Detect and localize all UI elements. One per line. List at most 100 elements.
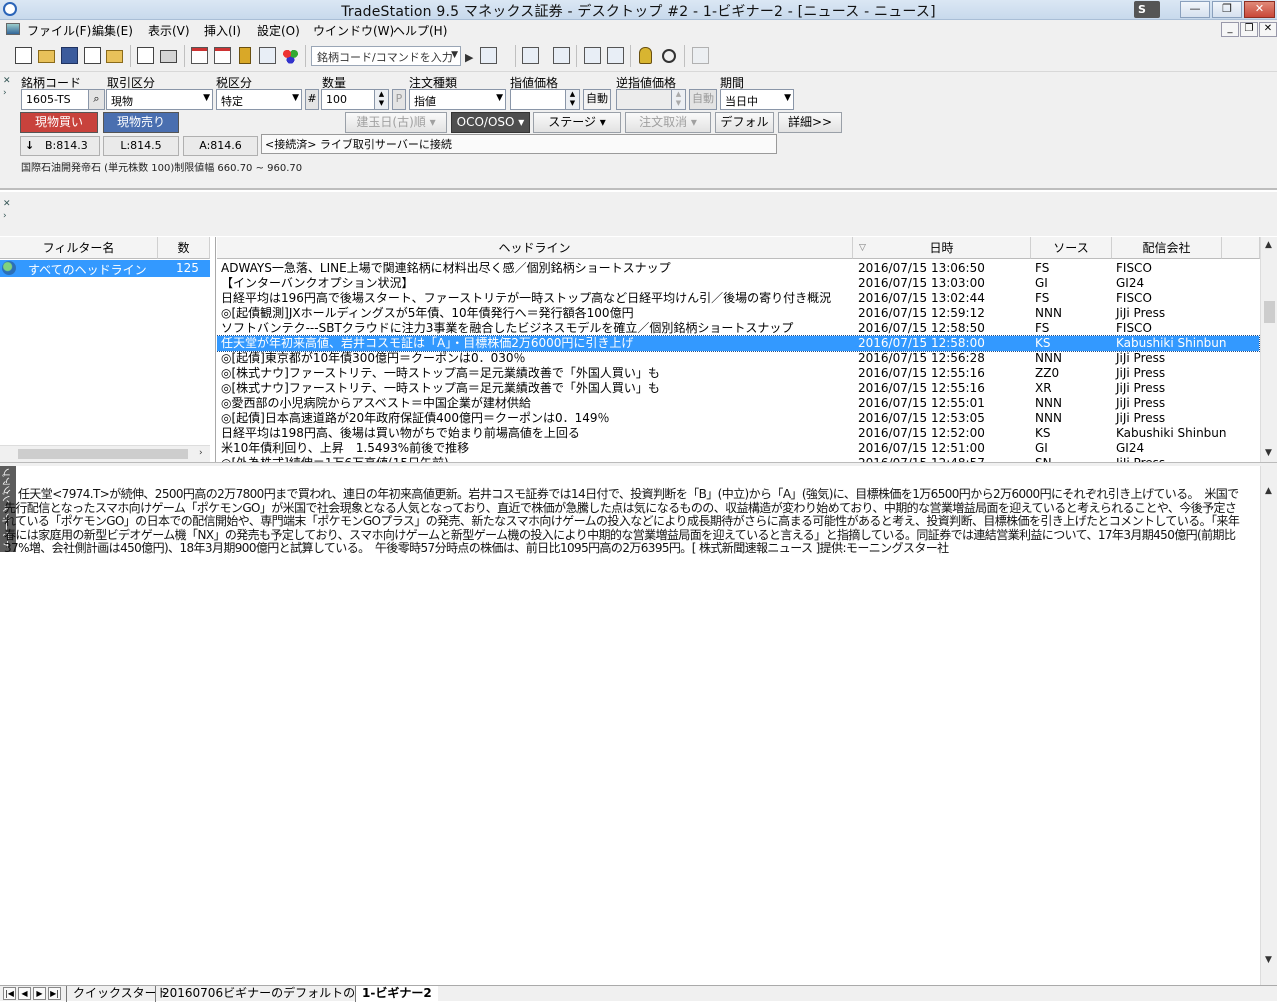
stop-auto-button[interactable]: 自動 [689, 89, 717, 110]
print-preview-icon[interactable] [137, 47, 154, 64]
save-icon[interactable] [61, 47, 78, 64]
article-vertical-scrollbar[interactable]: ▲ ▼ [1260, 466, 1277, 985]
menu-settings[interactable]: 設定(O) [257, 22, 300, 39]
chevron-down-icon[interactable]: ▼ [1265, 955, 1272, 965]
order-type-select[interactable]: 指値 ▼ [409, 89, 506, 110]
tab-beginner-2[interactable]: 1-ビギナー2 [355, 986, 438, 1002]
price-p-button[interactable]: P [392, 89, 406, 110]
details-button[interactable]: 詳細>> [778, 112, 842, 133]
scrollbar-thumb[interactable] [18, 449, 188, 459]
tab-beginner-default[interactable]: 20160706ビギナーのデフォルトの設定 [155, 986, 385, 1002]
limit-price-input[interactable] [510, 89, 566, 110]
filter-name-header[interactable]: フィルター名 [0, 237, 158, 259]
close-panel-icon[interactable]: ✕ [3, 199, 11, 209]
print-icon[interactable] [160, 50, 177, 63]
chevron-down-icon[interactable]: ▼ [451, 50, 458, 60]
next-tab-icon[interactable]: ▶ [33, 987, 46, 1000]
source-column-header[interactable]: ソース [1031, 237, 1112, 259]
chart-window-icon[interactable] [191, 47, 208, 64]
limit-auto-button[interactable]: 自動 [583, 89, 611, 110]
period-select[interactable]: 当日中 ▼ [720, 89, 794, 110]
new-document-icon[interactable] [15, 47, 32, 64]
refresh-icon[interactable] [522, 47, 539, 64]
lock-icon[interactable] [239, 47, 251, 64]
mdi-restore-button[interactable]: ❐ [1240, 22, 1258, 37]
stop-price-input[interactable] [616, 89, 672, 110]
color-palette-icon[interactable] [282, 47, 299, 64]
sell-button[interactable]: 現物売り [103, 112, 179, 133]
menu-help[interactable]: ヘルプ(H) [393, 22, 447, 39]
news-row[interactable]: 【インターバンクオプション状況】 2016/07/15 13:03:00 GI GI2… [217, 276, 1259, 291]
zoom-tool-icon[interactable] [584, 47, 601, 64]
minimize-button[interactable]: — [1180, 1, 1210, 18]
news-row[interactable]: ◎[起債観測]JXホールディングスが5年債、10年債発行へ＝発行額各100億円 2… [217, 306, 1259, 321]
restore-button[interactable]: ❐ [1212, 1, 1242, 18]
drawing-tool-icon[interactable] [259, 47, 276, 64]
provider-column-header[interactable]: 配信会社 [1112, 237, 1222, 259]
news-row[interactable]: ◎[株式ナウ]ファーストリテ、一時ストップ高＝足元業績改善で「外国人買い」も 20… [217, 366, 1259, 381]
open-folder-icon[interactable] [38, 50, 55, 63]
symbol-command-input[interactable]: 銘柄コード/コマンドを入力 ▼ [311, 46, 461, 66]
trade-type-select[interactable]: 現物 ▼ [106, 89, 213, 110]
filter-count-header[interactable]: 数 [158, 237, 210, 259]
send-command-icon[interactable] [480, 47, 497, 64]
menu-insert[interactable]: 挿入(I) [204, 22, 241, 39]
bid-quote[interactable]: ↓ B:814.3 [20, 136, 100, 156]
stop-price-stepper[interactable]: ▲ ▼ [671, 89, 686, 110]
news-row[interactable]: 日経平均は198円高、後場は買い物がちで始まり前場高値を上回る 2016/07/1… [217, 426, 1259, 441]
oco-oso-button[interactable]: OCO/OSO ▾ [451, 112, 530, 133]
document-menu-icon[interactable] [6, 23, 20, 35]
chevron-up-icon[interactable]: ▲ [1265, 240, 1272, 250]
chevron-up-icon[interactable]: ▲ [1265, 486, 1272, 496]
menu-file[interactable]: ファイル(F) [27, 22, 91, 39]
mdi-minimize-button[interactable]: _ [1221, 22, 1239, 37]
news-row[interactable]: ソフトバンテク---SBTクラウドに注力3事業を融合したビジネスモデルを確立／個… [217, 321, 1259, 336]
news-row[interactable]: ◎[起債]日本高速道路が20年政府保証債400億円＝クーポンは0．149％ 201… [217, 411, 1259, 426]
cancel-order-button[interactable]: 注文取消 ▾ [625, 112, 711, 133]
menu-window[interactable]: ウインドウ(W) [313, 22, 394, 39]
buy-button[interactable]: 現物買い [20, 112, 98, 133]
chevron-down-icon[interactable]: ▼ [1265, 448, 1272, 458]
last-quote[interactable]: L:814.5 [103, 136, 179, 156]
headline-column-header[interactable]: ヘッドライン [217, 237, 853, 259]
close-button[interactable]: ✕ [1244, 1, 1275, 18]
alert-bell-icon[interactable] [639, 47, 652, 64]
filter-row-all-headlines[interactable]: すべてのヘッドライン 125 [0, 260, 210, 277]
link-icon[interactable] [553, 47, 570, 64]
first-tab-icon[interactable]: |◀ [3, 987, 16, 1000]
news-row[interactable]: 日経平均は196円高で後場スタート、ファーストリテが一時ストップ高など日経平均け… [217, 291, 1259, 306]
quantity-input[interactable]: 100 [321, 89, 375, 110]
menu-edit[interactable]: 編集(E) [92, 22, 133, 39]
mdi-close-button[interactable]: ✕ [1259, 22, 1277, 37]
radar-screen-icon[interactable] [214, 47, 231, 64]
menu-view[interactable]: 表示(V) [148, 22, 190, 39]
stage-button[interactable]: ステージ ▾ [533, 112, 621, 133]
close-panel-icon[interactable]: ✕ [3, 76, 11, 86]
user-menu-button[interactable]: S [1134, 1, 1160, 18]
news-row[interactable]: ADWAYS一急落、LINE上場で関連銘柄に材料出尽く感／個別銘柄ショートスナッ… [217, 261, 1259, 276]
tax-type-select[interactable]: 特定 ▼ [216, 89, 302, 110]
ask-quote[interactable]: A:814.6 [183, 136, 258, 156]
quantity-hash-button[interactable]: # [305, 89, 319, 110]
symbol-search-icon[interactable]: ⌕ [88, 89, 105, 110]
news-row[interactable]: ◎[起債]東京都が10年債300億円＝クーポンは0．030％ 2016/07/15… [217, 351, 1259, 366]
default-button[interactable]: デフォルト [715, 112, 774, 148]
news-row[interactable]: ◎[株式ナウ]ファーストリテ、一時ストップ高＝足元業績改善で「外国人買い」も 20… [217, 381, 1259, 396]
symbol-input[interactable]: 1605-TS [21, 89, 89, 110]
datetime-column-header[interactable]: ▽ 日時 [853, 237, 1031, 259]
chevron-right-icon[interactable]: › [199, 448, 203, 458]
filter-horizontal-scrollbar[interactable]: › [0, 445, 210, 462]
scrollbar-thumb[interactable] [1264, 301, 1275, 323]
quantity-stepper[interactable]: ▲ ▼ [374, 89, 389, 110]
expand-arrow-icon[interactable]: › [3, 88, 7, 98]
position-order-dropdown[interactable]: 建玉日(古)順 ▾ [345, 112, 447, 133]
news-row[interactable]: 米10年債利回り、上昇 1.5493%前後で推移 2016/07/15 12:51… [217, 441, 1259, 456]
open-workspace-icon[interactable] [106, 50, 123, 63]
news-vertical-scrollbar[interactable]: ▲ ▼ [1260, 237, 1277, 462]
news-row[interactable]: ◎愛西部の小児病院からアスベスト＝中国企業が建材供給 2016/07/15 12:… [217, 396, 1259, 411]
prev-tab-icon[interactable]: ◀ [18, 987, 31, 1000]
limit-price-stepper[interactable]: ▲ ▼ [565, 89, 580, 110]
last-tab-icon[interactable]: ▶| [48, 987, 61, 1000]
expand-arrow-icon[interactable]: › [3, 211, 7, 221]
binoculars-icon[interactable] [662, 49, 676, 63]
